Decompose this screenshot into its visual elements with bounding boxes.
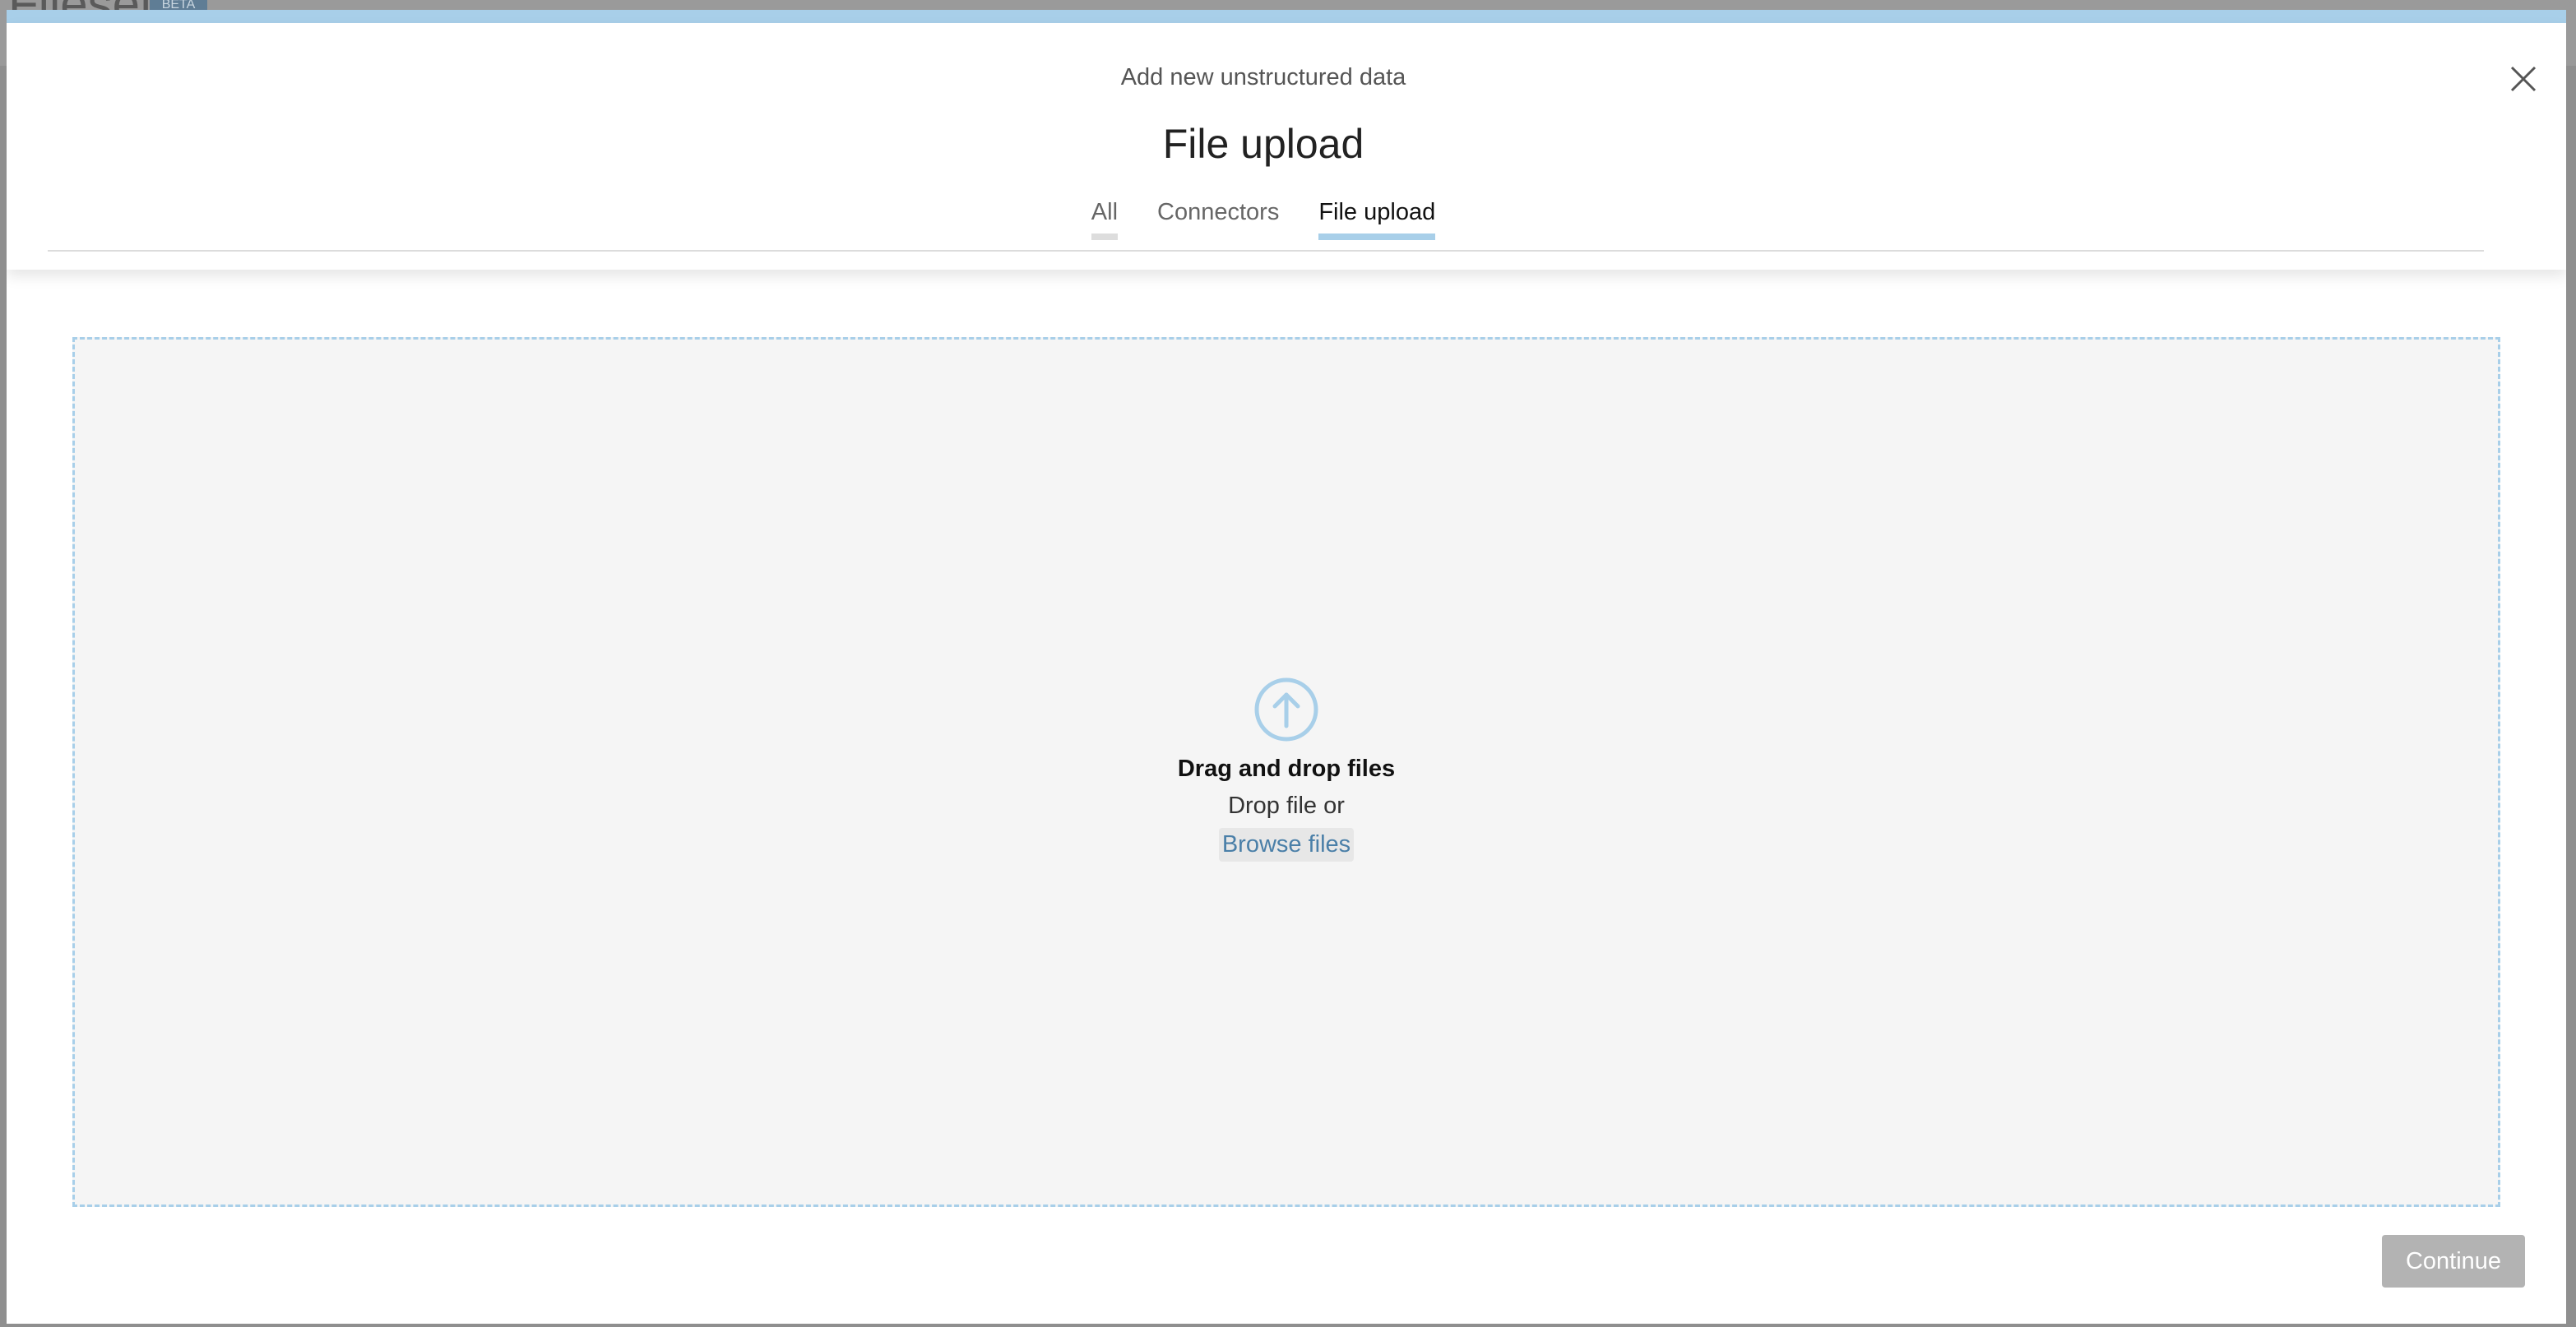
upload-arrow-circle-icon: [1254, 677, 1318, 742]
modal-title: File upload: [1162, 121, 1364, 167]
tab-connectors-indicator: [1157, 233, 1279, 240]
file-dropzone[interactable]: Drag and drop files Drop file or Browse …: [72, 337, 2500, 1207]
close-icon: [2510, 66, 2537, 92]
tab-file-upload-label: File upload: [1318, 199, 1436, 225]
modal-accent-bar: [7, 10, 2566, 23]
dropzone-subtext: Drop file or: [1228, 793, 1345, 819]
modal-subtitle: Add new unstructured data: [1120, 64, 1406, 90]
tabs-divider: [48, 250, 2484, 252]
tab-file-upload-indicator: [1318, 233, 1436, 240]
tab-file-upload[interactable]: File upload: [1318, 196, 1436, 240]
tab-all-indicator: [1091, 233, 1119, 240]
modal-header: Add new unstructured data File upload Al…: [7, 23, 2566, 270]
tab-all[interactable]: All: [1091, 196, 1119, 240]
tab-connectors-label: Connectors: [1157, 199, 1280, 225]
dropzone-heading: Drag and drop files: [1177, 756, 1396, 782]
dropzone-content: Drag and drop files Drop file or Browse …: [75, 677, 2498, 862]
close-button[interactable]: [2504, 59, 2543, 99]
continue-button[interactable]: Continue: [2382, 1235, 2525, 1288]
add-data-modal: Add new unstructured data File upload Al…: [7, 10, 2566, 1324]
tab-all-label: All: [1091, 199, 1119, 225]
source-tabs: All Connectors File upload: [7, 196, 2520, 240]
tab-connectors[interactable]: Connectors: [1157, 196, 1279, 235]
browse-files-button[interactable]: Browse files: [1218, 828, 1355, 862]
